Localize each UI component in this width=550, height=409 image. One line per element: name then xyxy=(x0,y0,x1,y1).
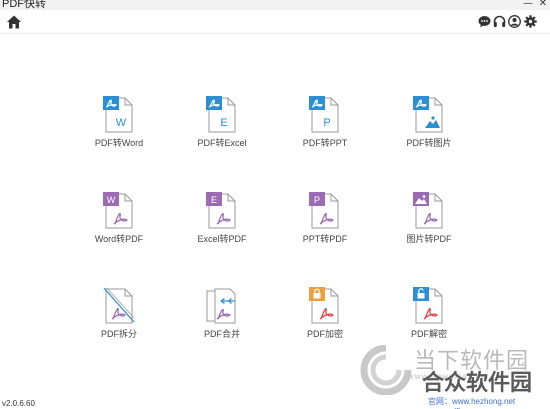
image-to-pdf-icon xyxy=(413,192,443,229)
home-icon[interactable] xyxy=(6,14,22,30)
tool-word-to-pdf[interactable]: W Word转PDF xyxy=(74,192,164,264)
ppt-to-pdf-icon: P xyxy=(309,192,339,229)
tool-label: Excel转PDF xyxy=(197,234,247,244)
tool-badge: W xyxy=(116,117,127,129)
tool-ppt-to-pdf[interactable]: P PPT转PDF xyxy=(280,192,370,264)
tool-excel-to-pdf[interactable]: E Excel转PDF xyxy=(177,192,267,264)
pdf-decrypt-icon xyxy=(413,287,443,324)
tool-pdf-to-word[interactable]: W PDF转Word xyxy=(74,96,164,168)
word-to-pdf-icon: W xyxy=(103,192,133,229)
excel-to-pdf-icon: E xyxy=(206,192,236,229)
app-title: PDF快转 xyxy=(2,0,46,10)
pdf-to-ppt-icon: P xyxy=(309,96,339,133)
title-bar: PDF快转 — ✕ xyxy=(0,0,550,10)
tool-pdf-split[interactable]: PDF拆分 xyxy=(74,287,164,359)
tool-pdf-to-image[interactable]: PDF转图片 xyxy=(384,96,474,168)
tool-badge: E xyxy=(220,117,227,129)
watermark-url-secondary: 官网：www.hezhong.net www.pdfkz.com xyxy=(428,397,531,409)
pdf-merge-icon xyxy=(206,288,236,324)
headset-icon[interactable] xyxy=(493,15,506,28)
minimize-button[interactable]: — xyxy=(522,0,534,10)
tool-label: Word转PDF xyxy=(94,234,144,244)
tool-label: PDF转PPT xyxy=(302,138,348,148)
pdf-encrypt-icon xyxy=(309,287,339,324)
tool-pdf-merge[interactable]: PDF合并 xyxy=(177,287,267,359)
pdf-to-word-icon: W xyxy=(103,96,133,133)
tool-image-to-pdf[interactable]: 图片转PDF xyxy=(384,192,474,264)
version-label: v2.0.6.60 xyxy=(2,399,35,408)
tool-badge: W xyxy=(107,195,116,205)
chat-icon[interactable] xyxy=(478,15,491,28)
tool-label: PDF拆分 xyxy=(100,329,137,339)
tool-label: PDF转Excel xyxy=(197,138,247,148)
tool-pdf-to-ppt[interactable]: P PDF转PPT xyxy=(280,96,370,168)
pdf-to-excel-icon: E xyxy=(206,96,236,133)
pdf-to-image-icon xyxy=(413,96,443,133)
watermark: 当下软件园 www.downxia.com 合众软件园 官网：www.hezho… xyxy=(356,341,548,409)
watermark-logo xyxy=(360,345,412,395)
tool-label: PDF解密 xyxy=(410,329,447,339)
tool-badge: P xyxy=(314,195,320,205)
tool-label: PDF加密 xyxy=(306,329,343,339)
tool-label: PDF合并 xyxy=(203,329,240,339)
tool-badge: E xyxy=(211,195,217,205)
tool-pdf-to-excel[interactable]: E PDF转Excel xyxy=(177,96,267,168)
close-button[interactable]: ✕ xyxy=(537,0,549,10)
user-icon[interactable] xyxy=(508,15,521,28)
tool-badge: P xyxy=(323,117,330,129)
tool-label: 图片转PDF xyxy=(406,234,452,244)
tool-label: PDF转图片 xyxy=(406,138,452,148)
pdf-split-icon xyxy=(103,287,135,324)
toolbar xyxy=(0,10,550,34)
watermark-title-secondary: 合众软件园 xyxy=(422,370,533,395)
tool-label: PDF转Word xyxy=(94,138,144,148)
gear-icon[interactable] xyxy=(524,15,537,28)
tool-label: PPT转PDF xyxy=(302,234,348,244)
